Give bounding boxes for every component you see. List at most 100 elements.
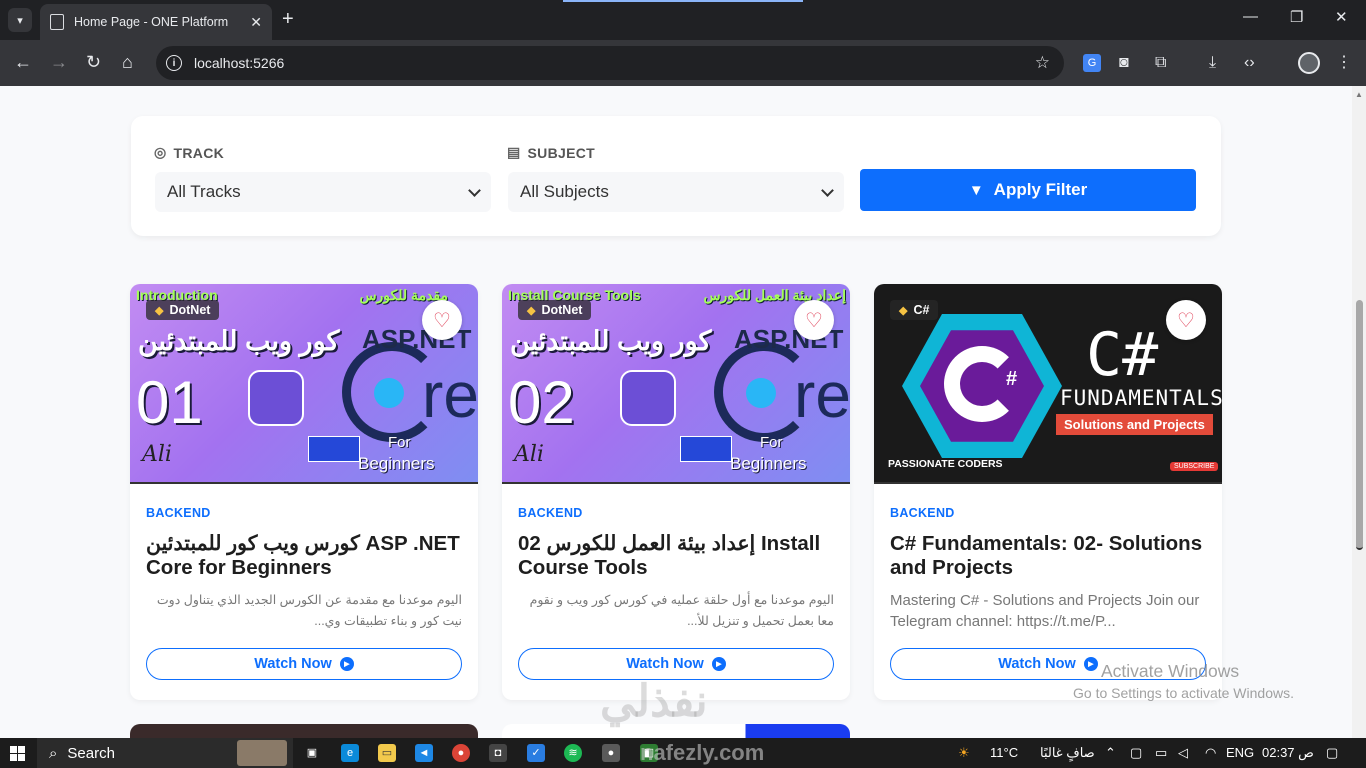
play-circle-icon: ▶ (339, 657, 354, 671)
track-select[interactable]: All Tracks (155, 172, 491, 212)
file-explorer-icon[interactable]: ▭ (378, 744, 396, 762)
menu-kebab-icon[interactable]: ⋮ (1336, 52, 1352, 74)
track-label: ◎ TRACK (154, 144, 224, 161)
scrollbar-thumb[interactable] (1356, 300, 1363, 550)
vscode-icon[interactable]: ◄ (415, 744, 433, 762)
home-icon[interactable]: ⌂ (122, 52, 133, 72)
thumb-episode-number: 01 (136, 369, 203, 436)
subject-select[interactable]: All Subjects (508, 172, 844, 212)
browser-toolbar: ← → ↻ ⌂ i localhost:5266 ☆ G ◙ ⧉ ⤓ ‹› ⋮ (0, 40, 1366, 86)
thumb-core-text: re (422, 359, 478, 431)
tab-close-icon[interactable]: ✕ (250, 14, 262, 31)
back-arrow-icon[interactable]: ← (14, 52, 32, 72)
robot-mascot-icon (620, 370, 676, 426)
task-view-icon[interactable]: ▣ (303, 744, 321, 762)
course-title[interactable]: إعداد بيئة العمل للكورس 02 Install Cours… (518, 532, 834, 580)
course-card[interactable]: Install Course Tools إعداد بيئة العمل لل… (502, 284, 850, 700)
reload-icon[interactable]: ↻ (86, 52, 101, 72)
address-url[interactable]: localhost:5266 (194, 55, 1035, 71)
profile-avatar[interactable] (1298, 52, 1320, 74)
subject-label: ▤ SUBJECT (507, 144, 595, 161)
bookmark-star-icon[interactable]: ☆ (1035, 53, 1050, 73)
target-icon: ◎ (154, 144, 167, 160)
chrome-profile-icon[interactable]: ● (602, 744, 620, 762)
heart-icon: ♡ (1177, 309, 1195, 332)
browser-tab-active[interactable]: Home Page - ONE Platform ✕ (40, 4, 272, 40)
extensions-puzzle-icon[interactable]: ⧉ (1155, 52, 1166, 74)
volume-icon[interactable]: ◁ (1178, 745, 1188, 761)
camera-icon[interactable]: ◙ (1119, 52, 1129, 74)
page-scrollbar[interactable]: ▲ (1352, 86, 1366, 738)
tray-chevron-up-icon[interactable]: ⌃ (1105, 745, 1116, 761)
course-thumbnail[interactable]: # C# FUNDAMENTALS Solutions and Projects… (874, 284, 1222, 484)
apply-filter-button[interactable]: ▼ Apply Filter (860, 169, 1196, 211)
course-category: BACKEND (518, 506, 583, 520)
course-title[interactable]: كورس ويب كور للمبتدئين ASP .NET Core for… (146, 532, 462, 580)
filter-panel: ◎ TRACK All Tracks ▤ SUBJECT All Subject… (131, 116, 1221, 236)
devtools-code-icon[interactable]: ‹› (1244, 52, 1255, 74)
chevron-down-icon (468, 183, 481, 197)
core-dot-icon (374, 378, 404, 408)
windows-start-icon[interactable] (10, 746, 25, 761)
thumb-signature: Ali (142, 442, 172, 467)
course-card[interactable]: # C# FUNDAMENTALS Solutions and Projects… (874, 284, 1222, 700)
apply-filter-label: Apply Filter (993, 180, 1088, 199)
weather-desc[interactable]: صافٍ غالبًا (1040, 745, 1095, 761)
browser-tabbar: ▾ Home Page - ONE Platform ✕ + — ❐ ✕ (0, 0, 1366, 40)
course-thumbnail[interactable]: Install Course Tools إعداد بيئة العمل لل… (502, 284, 850, 484)
book-icon: ▤ (507, 144, 521, 160)
screen-illustration-icon (308, 436, 360, 462)
course-card-peek[interactable] (130, 724, 478, 738)
google-translate-icon[interactable]: G (1083, 54, 1101, 72)
course-tag-label: DotNet (169, 303, 211, 317)
forward-arrow-icon[interactable]: → (50, 52, 68, 72)
tag-icon: ◆ (155, 304, 164, 317)
scroll-up-arrow-icon[interactable]: ▲ (1355, 90, 1363, 99)
spotify-icon[interactable]: ≋ (564, 744, 582, 762)
minimize-button[interactable]: — (1243, 8, 1258, 25)
course-card[interactable]: Introduction مقدمة للكورس كور ويب للمبتد… (130, 284, 478, 700)
favorite-heart-button[interactable]: ♡ (422, 300, 462, 340)
site-info-icon[interactable]: i (166, 55, 182, 71)
course-description: اليوم موعدنا مع أول حلقة عمليه في كورس ك… (529, 593, 834, 628)
tray-icon[interactable]: ▢ (1130, 745, 1142, 761)
maximize-button[interactable]: ❐ (1290, 8, 1303, 26)
thumb-fundamentals-text: FUNDAMENTALS (1060, 386, 1222, 410)
download-icon[interactable]: ⤓ (1209, 52, 1216, 74)
address-bar[interactable]: i localhost:5266 ☆ (156, 46, 1064, 80)
course-title[interactable]: C# Fundamentals: 02- Solutions and Proje… (890, 532, 1206, 580)
robot-mascot-icon (248, 370, 304, 426)
watch-now-label: Watch Now (998, 656, 1076, 672)
watch-now-button[interactable]: Watch Now ▶ (146, 648, 462, 680)
thumb-core-text: re (794, 359, 850, 431)
chrome-icon[interactable]: ● (452, 744, 470, 762)
tab-search-button[interactable]: ▾ (8, 8, 32, 32)
favorite-heart-button[interactable]: ♡ (1166, 300, 1206, 340)
course-category: BACKEND (890, 506, 955, 520)
activate-windows-title: Activate Windows (1101, 661, 1240, 681)
todo-check-icon[interactable]: ✓ (527, 744, 545, 762)
app-icon[interactable]: ◘ (489, 744, 507, 762)
thumb-for-text: For (388, 434, 411, 451)
track-select-value: All Tracks (167, 182, 241, 201)
clock[interactable]: 02:37 ص (1262, 745, 1314, 761)
play-circle-icon: ▶ (1083, 657, 1098, 671)
wifi-icon[interactable]: ◠ (1205, 745, 1216, 761)
screen-illustration-icon (680, 436, 732, 462)
csharp-hash-text: # (1006, 368, 1018, 390)
thumb-signature: Ali (514, 442, 544, 467)
chevron-down-icon (821, 183, 834, 197)
language-indicator[interactable]: ENG (1226, 745, 1254, 760)
weather-temp[interactable]: 11°C (990, 745, 1018, 760)
taskbar-search-box[interactable]: ⌕ Search (37, 738, 293, 768)
filter-funnel-icon: ▼ (968, 181, 984, 199)
course-thumbnail[interactable]: Introduction مقدمة للكورس كور ويب للمبتد… (130, 284, 478, 484)
tag-icon: ◆ (899, 304, 908, 317)
window-close-button[interactable]: ✕ (1335, 8, 1348, 26)
course-tag-badge: ◆ DotNet (146, 300, 220, 320)
new-tab-button[interactable]: + (282, 8, 294, 30)
battery-icon[interactable]: ▭ (1155, 745, 1167, 761)
notification-icon[interactable]: ▢ (1326, 745, 1338, 761)
favorite-heart-button[interactable]: ♡ (794, 300, 834, 340)
edge-browser-icon[interactable]: e (341, 744, 359, 762)
